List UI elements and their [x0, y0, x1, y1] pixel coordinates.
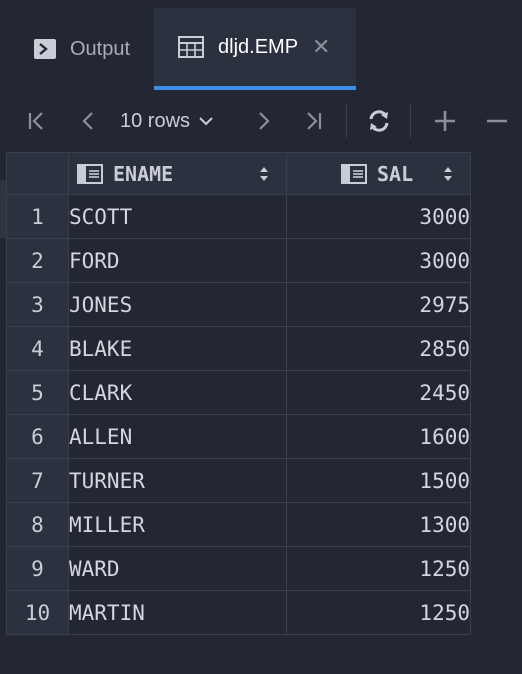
cell-sal[interactable]: 2850: [286, 326, 471, 371]
column-icon: [77, 163, 103, 184]
result-grid-panel: ENAME SAL 1 SCOTT 3000 2 FORD 3000 3 JON…: [0, 152, 522, 674]
cell-sal[interactable]: 3000: [286, 194, 471, 239]
toolbar-separator: [346, 104, 347, 138]
cell-sal[interactable]: 1300: [286, 502, 471, 547]
table-row[interactable]: 5 CLARK 2450: [6, 370, 471, 415]
row-number: 1: [6, 194, 69, 239]
cell-sal[interactable]: 1500: [286, 458, 471, 503]
cell-ename[interactable]: FORD: [68, 238, 287, 283]
toolbar-separator: [410, 104, 411, 138]
rows-count-label: 10 rows: [120, 109, 191, 132]
table-row[interactable]: 1 SCOTT 3000: [6, 194, 471, 239]
close-icon[interactable]: ✕: [312, 36, 330, 58]
cell-ename[interactable]: SCOTT: [68, 194, 287, 239]
row-number: 5: [6, 370, 69, 415]
row-number: 2: [6, 238, 69, 283]
next-page-button[interactable]: [248, 106, 278, 136]
row-number: 9: [6, 546, 69, 591]
tab-dljd-emp[interactable]: dljd.EMP ✕: [154, 8, 356, 90]
tab-output-label: Output: [70, 37, 131, 60]
prev-page-icon: [82, 112, 93, 130]
row-number-header: [6, 152, 69, 195]
column-header-ename[interactable]: ENAME: [68, 152, 287, 195]
cell-ename[interactable]: MILLER: [68, 502, 287, 547]
tab-strip: Output dljd.EMP ✕: [0, 0, 522, 90]
result-grid: ENAME SAL 1 SCOTT 3000 2 FORD 3000 3 JON…: [6, 152, 471, 635]
rows-count-dropdown[interactable]: 10 rows: [120, 104, 214, 138]
first-page-button[interactable]: [22, 106, 52, 136]
grid-header-row: ENAME SAL: [6, 152, 471, 195]
cell-ename[interactable]: MARTIN: [68, 590, 287, 635]
table-row[interactable]: 7 TURNER 1500: [6, 458, 471, 503]
cell-ename[interactable]: BLAKE: [68, 326, 287, 371]
remove-row-button[interactable]: [482, 106, 512, 136]
terminal-icon: [34, 39, 56, 59]
chevron-down-icon: [199, 117, 213, 126]
row-number: 7: [6, 458, 69, 503]
table-row[interactable]: 2 FORD 3000: [6, 238, 471, 283]
table-row[interactable]: 4 BLAKE 2850: [6, 326, 471, 371]
last-page-button[interactable]: [298, 106, 328, 136]
row-number: 3: [6, 282, 69, 327]
tab-output[interactable]: Output: [18, 8, 154, 90]
cell-sal[interactable]: 1600: [286, 414, 471, 459]
row-number: 10: [6, 590, 69, 635]
table-row[interactable]: 6 ALLEN 1600: [6, 414, 471, 459]
prev-page-button[interactable]: [74, 106, 104, 136]
column-header-sal[interactable]: SAL: [286, 152, 471, 195]
table-row[interactable]: 10 MARTIN 1250: [6, 590, 471, 635]
add-row-button[interactable]: [430, 106, 460, 136]
next-page-icon: [259, 112, 270, 130]
refresh-icon: [369, 110, 389, 132]
result-toolbar: 10 rows: [0, 90, 522, 152]
add-row-icon: [435, 111, 455, 131]
cell-sal[interactable]: 2450: [286, 370, 471, 415]
row-number: 6: [6, 414, 69, 459]
cell-ename[interactable]: TURNER: [68, 458, 287, 503]
row-number: 4: [6, 326, 69, 371]
sort-icon: [260, 166, 268, 181]
cell-ename[interactable]: JONES: [68, 282, 287, 327]
column-header-label: ENAME: [113, 161, 174, 186]
cell-sal[interactable]: 1250: [286, 590, 471, 635]
column-header-label: SAL: [377, 161, 414, 186]
table-icon: [178, 36, 204, 58]
sort-icon: [444, 166, 452, 181]
cell-sal[interactable]: 3000: [286, 238, 471, 283]
table-row[interactable]: 3 JONES 2975: [6, 282, 471, 327]
table-row[interactable]: 9 WARD 1250: [6, 546, 471, 591]
cell-ename[interactable]: WARD: [68, 546, 287, 591]
remove-row-icon: [487, 119, 507, 123]
last-page-icon: [307, 112, 322, 130]
refresh-button[interactable]: [364, 106, 394, 136]
cell-ename[interactable]: CLARK: [68, 370, 287, 415]
first-page-icon: [28, 112, 43, 130]
cell-sal[interactable]: 2975: [286, 282, 471, 327]
column-icon: [341, 163, 367, 184]
cell-sal[interactable]: 1250: [286, 546, 471, 591]
row-number: 8: [6, 502, 69, 547]
tab-active-label: dljd.EMP: [218, 35, 299, 58]
cell-ename[interactable]: ALLEN: [68, 414, 287, 459]
table-row[interactable]: 8 MILLER 1300: [6, 502, 471, 547]
